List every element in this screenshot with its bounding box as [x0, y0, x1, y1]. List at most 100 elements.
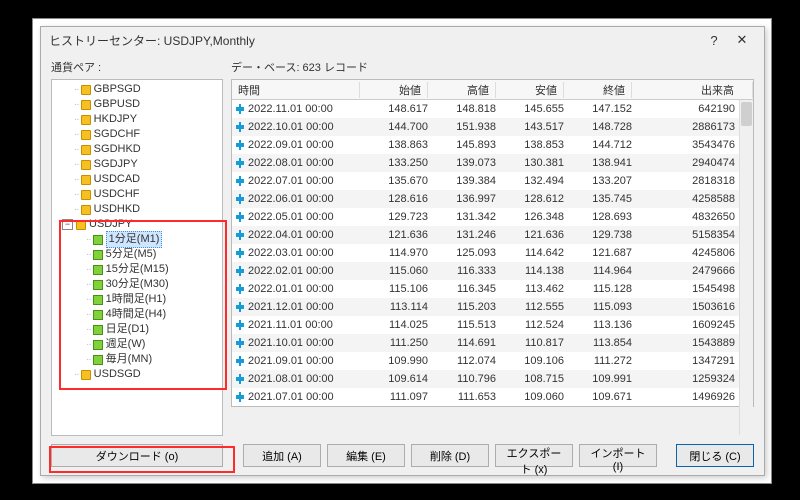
table-row[interactable]: 2022.03.01 00:00114.970125.093114.642121… [232, 244, 753, 262]
tree-symbol[interactable]: SGDHKD [94, 142, 141, 157]
cell-time: 2022.07.01 00:00 [248, 175, 334, 187]
cell-volume: 5158354 [632, 229, 753, 241]
table-row[interactable]: 2021.11.01 00:00114.025115.513112.524113… [232, 316, 753, 334]
tree-symbol[interactable]: GBPUSD [94, 97, 140, 112]
add-button[interactable]: 追加 (A) [243, 444, 321, 467]
candle-icon [236, 320, 244, 330]
tree-symbol-selected[interactable]: USDJPY [89, 217, 132, 232]
cell-high: 131.342 [428, 211, 496, 223]
cell-time: 2022.05.01 00:00 [248, 211, 334, 223]
cell-close: 135.745 [564, 193, 632, 205]
candle-icon [236, 194, 244, 204]
cell-time: 2021.07.01 00:00 [248, 391, 334, 403]
table-row[interactable]: 2022.04.01 00:00121.636131.246121.636129… [232, 226, 753, 244]
tree-collapse-icon[interactable]: − [62, 219, 73, 230]
edit-button[interactable]: 編集 (E) [327, 444, 405, 467]
import-button[interactable]: インポート (I) [579, 444, 657, 467]
symbol-tree-label: 通貨ペア : [51, 59, 223, 75]
cell-volume: 1543889 [632, 337, 753, 349]
close-window-button[interactable]: ✕ [728, 32, 756, 48]
tree-timeframe[interactable]: 1時間足(H1) [106, 292, 167, 307]
folder-icon [81, 145, 91, 155]
cell-volume: 2479666 [632, 265, 753, 277]
tree-timeframe[interactable]: 15分足(M15) [106, 262, 169, 277]
col-time[interactable]: 時間 [232, 82, 360, 98]
table-row[interactable]: 2022.10.01 00:00144.700151.938143.517148… [232, 118, 753, 136]
cell-low: 132.494 [496, 175, 564, 187]
candle-icon [236, 212, 244, 222]
table-row[interactable]: 2022.02.01 00:00115.060116.333114.138114… [232, 262, 753, 280]
timeframe-icon [93, 235, 103, 245]
tree-symbol[interactable]: USDCAD [94, 172, 140, 187]
candle-icon [236, 158, 244, 168]
cell-time: 2022.11.01 00:00 [248, 103, 333, 115]
cell-close: 114.964 [564, 265, 632, 277]
cell-low: 145.655 [496, 103, 564, 115]
candle-icon [236, 248, 244, 258]
table-row[interactable]: 2022.01.01 00:00115.106116.345113.462115… [232, 280, 753, 298]
tree-symbol[interactable]: HKDJPY [94, 112, 137, 127]
tree-timeframe[interactable]: 4時間足(H4) [106, 307, 167, 322]
cell-low: 113.462 [496, 283, 564, 295]
table-row[interactable]: 2022.07.01 00:00135.670139.384132.494133… [232, 172, 753, 190]
tree-timeframe[interactable]: 5分足(M5) [106, 247, 157, 262]
table-row[interactable]: 2021.10.01 00:00111.250114.691110.817113… [232, 334, 753, 352]
tree-symbol[interactable]: USDHKD [94, 202, 140, 217]
vertical-scrollbar[interactable] [739, 100, 753, 435]
tree-timeframe[interactable]: 30分足(M30) [106, 277, 169, 292]
cell-high: 145.893 [428, 139, 496, 151]
tree-symbol[interactable]: SGDJPY [94, 157, 138, 172]
cell-volume: 1259324 [632, 373, 753, 385]
help-button[interactable]: ? [700, 33, 728, 48]
table-row[interactable]: 2022.05.01 00:00129.723131.342126.348128… [232, 208, 753, 226]
table-row[interactable]: 2021.12.01 00:00113.114115.203112.555115… [232, 298, 753, 316]
titlebar: ヒストリーセンター: USDJPY,Monthly ? ✕ [41, 27, 764, 53]
tree-timeframe[interactable]: 毎月(MN) [106, 352, 152, 367]
cell-volume: 642190 [632, 103, 753, 115]
col-open[interactable]: 始値 [360, 82, 428, 98]
table-row[interactable]: 2022.09.01 00:00138.863145.893138.853144… [232, 136, 753, 154]
cell-low: 128.612 [496, 193, 564, 205]
col-high[interactable]: 高値 [428, 82, 496, 98]
cell-high: 112.074 [428, 355, 496, 367]
candle-icon [236, 140, 244, 150]
tree-symbol[interactable]: SGDCHF [94, 127, 140, 142]
tree-symbol[interactable]: USDSGD [94, 367, 141, 382]
cell-close: 113.854 [564, 337, 632, 349]
table-header: 時間 始値 高値 安値 終値 出来高 [232, 80, 753, 100]
cell-close: 109.671 [564, 391, 632, 403]
symbol-tree-panel: 通貨ペア : ··GBPSGD··GBPUSD··HKDJPY··SGDCHF·… [51, 59, 223, 436]
col-volume[interactable]: 出来高 [632, 82, 753, 98]
table-row[interactable]: 2021.09.01 00:00109.990112.074109.106111… [232, 352, 753, 370]
col-close[interactable]: 終値 [564, 82, 632, 98]
folder-icon [81, 130, 91, 140]
tree-timeframe-selected[interactable]: 1分足(M1) [106, 231, 163, 248]
folder-icon [81, 100, 91, 110]
table-row[interactable]: 2022.08.01 00:00133.250139.073130.381138… [232, 154, 753, 172]
export-button[interactable]: エクスポート (x) [495, 444, 573, 467]
table-row[interactable]: 2021.07.01 00:00111.097111.653109.060109… [232, 388, 753, 406]
scrollbar-thumb[interactable] [741, 102, 752, 126]
cell-open: 109.614 [360, 373, 428, 385]
cell-low: 109.106 [496, 355, 564, 367]
cell-volume: 1609245 [632, 319, 753, 331]
cell-high: 139.073 [428, 157, 496, 169]
tree-timeframe[interactable]: 日足(D1) [106, 322, 149, 337]
tree-symbol[interactable]: USDCHF [94, 187, 140, 202]
cell-open: 115.060 [360, 265, 428, 277]
ohlc-table[interactable]: 時間 始値 高値 安値 終値 出来高 2022.11.01 00:00148.6… [231, 79, 754, 407]
close-button[interactable]: 閉じる (C) [676, 444, 754, 467]
table-row[interactable]: 2022.06.01 00:00128.616136.997128.612135… [232, 190, 753, 208]
history-center-dialog: ヒストリーセンター: USDJPY,Monthly ? ✕ 通貨ペア : ··G… [40, 26, 765, 476]
tree-symbol[interactable]: GBPSGD [94, 82, 141, 97]
cell-open: 114.970 [360, 247, 428, 259]
symbol-tree[interactable]: ··GBPSGD··GBPUSD··HKDJPY··SGDCHF··SGDHKD… [51, 79, 223, 436]
cell-open: 129.723 [360, 211, 428, 223]
table-row[interactable]: 2022.11.01 00:00148.617148.818145.655147… [232, 100, 753, 118]
table-row[interactable]: 2021.08.01 00:00109.614110.796108.715109… [232, 370, 753, 388]
cell-volume: 2886173 [632, 121, 753, 133]
delete-button[interactable]: 削除 (D) [411, 444, 489, 467]
col-low[interactable]: 安値 [496, 82, 564, 98]
tree-timeframe[interactable]: 週足(W) [106, 337, 146, 352]
download-button[interactable]: ダウンロード (o) [51, 444, 223, 467]
